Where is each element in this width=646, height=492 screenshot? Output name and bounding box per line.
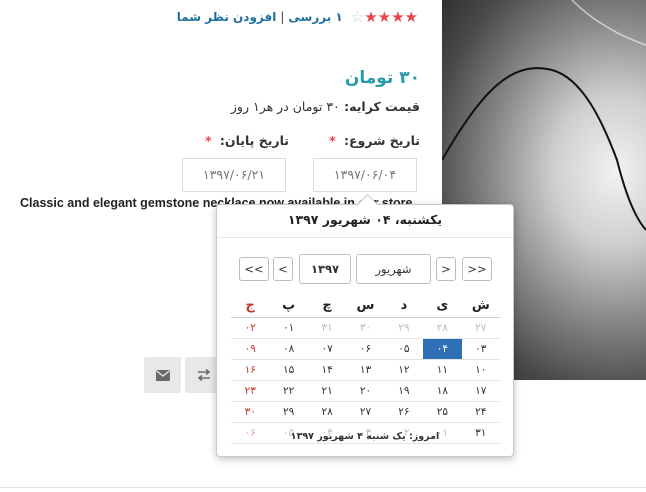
calendar-day[interactable]: ۲۹	[269, 401, 308, 423]
calendar-day[interactable]: ۰۴	[423, 338, 462, 360]
today-label[interactable]: امروز: یک شنبه ۴ شهریور ۱۳۹۷	[217, 431, 513, 442]
rating-separator: |	[280, 10, 285, 24]
reviews-link[interactable]: ۱ بررسی	[288, 10, 342, 24]
weekday-header: ج	[231, 293, 270, 318]
calendar-day[interactable]: ۱۹	[384, 380, 424, 402]
prev-month-button[interactable]: >	[436, 257, 456, 281]
product-price: ۳۰ تومان	[344, 68, 420, 88]
footer-divider	[0, 487, 646, 488]
calendar-week-row: ۲۷ ۲۸ ۲۹ ۳۰ ۳۱ ۰۱ ۰۲	[231, 317, 500, 339]
calendar-day[interactable]: ۲۵	[423, 401, 462, 423]
calendar-day[interactable]: ۰۳	[461, 338, 500, 360]
calendar-day[interactable]: ۳۱	[307, 317, 347, 339]
calendar-day[interactable]: ۲۸	[307, 401, 347, 423]
calendar-day[interactable]: ۲۶	[384, 401, 424, 423]
datepicker-popup: یکشنبه، ۰۴ شهریور ۱۳۹۷ << < ۱۳۹۷ شهریور …	[216, 193, 514, 457]
calendar-day[interactable]: ۲۳	[231, 380, 270, 402]
calendar-day[interactable]: ۲۰	[346, 380, 385, 402]
weekday-header: ی	[423, 293, 462, 318]
star-filled-icon: ★	[364, 8, 378, 26]
calendar-day[interactable]: ۱۷	[461, 380, 500, 402]
month-select[interactable]: شهریور	[356, 254, 431, 284]
weekday-header: د	[384, 293, 424, 318]
start-date-input[interactable]: ۱۳۹۷/۰۶/۰۴	[313, 158, 417, 192]
datepicker-selected-date: یکشنبه، ۰۴ شهریور ۱۳۹۷	[217, 205, 513, 238]
calendar-day[interactable]: ۱۵	[269, 359, 308, 381]
rent-value: ۳۰ تومان در هر۱ روز	[230, 99, 340, 114]
calendar-day[interactable]: ۲۹	[384, 317, 424, 339]
calendar-day[interactable]: ۱۰	[461, 359, 500, 381]
weekday-header: چ	[307, 293, 347, 318]
calendar-day[interactable]: ۱۳	[346, 359, 385, 381]
year-select[interactable]: ۱۳۹۷	[299, 254, 351, 284]
rent-price: قیمت کرایه: ۳۰ تومان در هر۱ روز	[231, 99, 420, 114]
calendar-day[interactable]: ۰۹	[231, 338, 270, 360]
calendar-day[interactable]: ۲۷	[346, 401, 385, 423]
calendar-week-row: ۰۳ ۰۴ ۰۵ ۰۶ ۰۷ ۰۸ ۰۹	[231, 338, 500, 360]
calendar-day[interactable]: ۱۶	[231, 359, 270, 381]
calendar-day[interactable]: ۰۸	[269, 338, 308, 360]
calendar-day[interactable]: ۲۲	[269, 380, 308, 402]
required-mark: *	[205, 133, 212, 148]
rating-row: ★ ★ ★ ★ ☆ ۱ بررسی | افزودن نظر شما	[177, 9, 418, 25]
add-review-link[interactable]: افزودن نظر شما	[177, 10, 277, 24]
calendar-day[interactable]: ۲۱	[307, 380, 347, 402]
calendar-day[interactable]: ۰۵	[384, 338, 424, 360]
required-mark: *	[329, 133, 336, 148]
next-month-button[interactable]: <	[273, 257, 293, 281]
calendar-day[interactable]: ۲۸	[423, 317, 462, 339]
star-filled-icon: ★	[391, 8, 405, 26]
prev-year-button[interactable]: >>	[462, 257, 492, 281]
rent-label: قیمت کرایه:	[344, 99, 420, 114]
compare-arrows-icon	[197, 369, 210, 381]
weekday-header: پ	[269, 293, 308, 318]
calendar-grid: شیدسچپج ۲۷ ۲۸ ۲۹ ۳۰ ۳۱ ۰۱ ۰۲ ۰۳ ۰۴ ۰۵ ۰۶ ۰۷ ۰۸ ۰۹ ۱۰ ۱۱…	[231, 293, 500, 444]
email-button[interactable]	[144, 357, 181, 393]
calendar-day[interactable]: ۱۴	[307, 359, 347, 381]
calendar-week-row: ۲۴ ۲۵ ۲۶ ۲۷ ۲۸ ۲۹ ۳۰	[231, 401, 500, 423]
calendar-day[interactable]: ۳۰	[346, 317, 385, 339]
envelope-icon	[155, 369, 170, 381]
calendar-day[interactable]: ۱۸	[423, 380, 462, 402]
end-date-input[interactable]: ۱۳۹۷/۰۶/۲۱	[182, 158, 286, 192]
weekday-header: س	[346, 293, 385, 318]
star-empty-icon: ☆	[350, 8, 365, 26]
end-date-label-text: تاریخ پایان:	[219, 133, 289, 148]
calendar-day[interactable]: ۰۶	[346, 338, 385, 360]
calendar-week-row: ۱۷ ۱۸ ۱۹ ۲۰ ۲۱ ۲۲ ۲۳	[231, 380, 500, 402]
calendar-day[interactable]: ۰۲	[231, 317, 270, 339]
weekday-header-row: شیدسچپج	[231, 293, 500, 318]
calendar-day[interactable]: ۲۷	[461, 317, 500, 339]
star-rating: ★ ★ ★ ★ ☆	[351, 9, 418, 25]
start-date-label-text: تاریخ شروع:	[343, 133, 420, 148]
start-date-label: تاریخ شروع: *	[329, 133, 420, 148]
calendar-week-row: ۱۰ ۱۱ ۱۲ ۱۳ ۱۴ ۱۵ ۱۶	[231, 359, 500, 381]
calendar-day[interactable]: ۳۰	[231, 401, 270, 423]
weekday-header: ش	[461, 293, 500, 318]
calendar-day[interactable]: ۰۷	[307, 338, 347, 360]
star-filled-icon: ★	[404, 8, 418, 26]
end-date-label: تاریخ پایان: *	[205, 133, 289, 148]
calendar-day[interactable]: ۲۴	[461, 401, 500, 423]
calendar-day[interactable]: ۱۱	[423, 359, 462, 381]
calendar-day[interactable]: ۱۲	[384, 359, 424, 381]
next-year-button[interactable]: <<	[239, 257, 269, 281]
star-filled-icon: ★	[377, 8, 392, 26]
calendar-day[interactable]: ۰۱	[269, 317, 308, 339]
